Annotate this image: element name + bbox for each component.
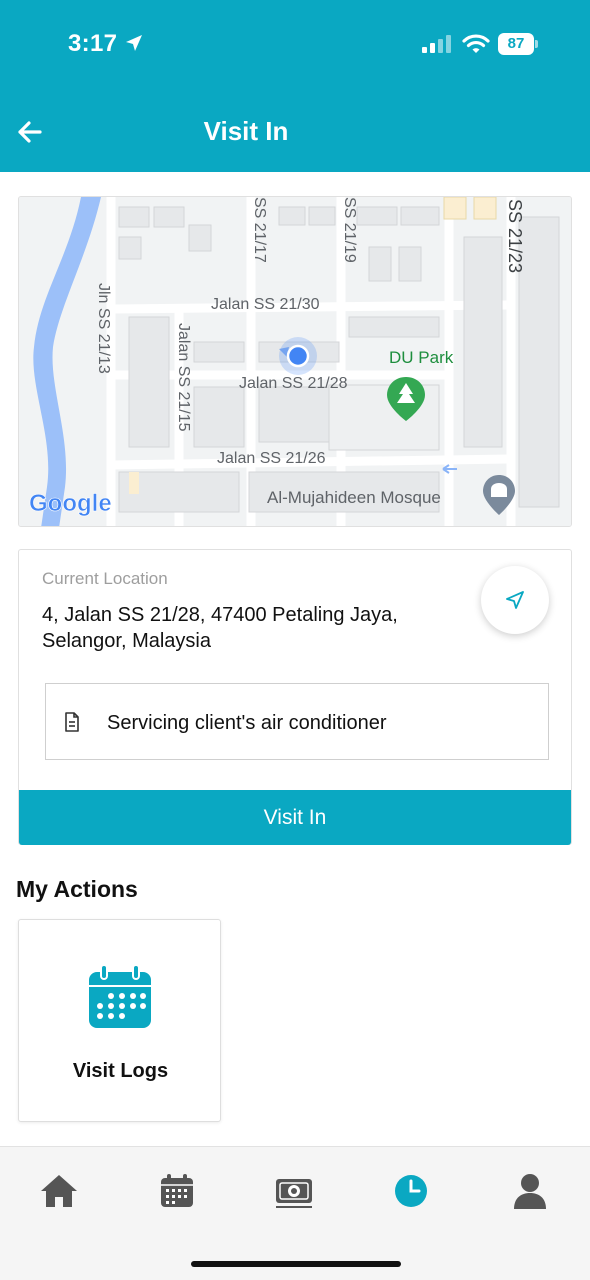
map-label-du-park: DU Park <box>389 348 454 367</box>
map-label-ss21-17: SS 21/17 <box>251 197 268 263</box>
home-icon <box>41 1175 77 1207</box>
visit-note-field[interactable]: Servicing client's air conditioner <box>45 683 549 760</box>
map-label-ss21-19: SS 21/19 <box>341 197 358 263</box>
user-icon <box>514 1174 546 1209</box>
battery-level: 87 <box>498 33 534 55</box>
my-actions-heading: My Actions <box>16 876 138 902</box>
wifi-icon <box>462 34 490 53</box>
visit-in-button[interactable]: Visit In <box>19 790 571 845</box>
map-label-jalan-ss21-15: Jalan SS 21/15 <box>175 323 192 432</box>
clock-icon <box>395 1175 427 1207</box>
page-title: Visit In <box>203 116 289 146</box>
address-line-1: 4, Jalan SS 21/28, 47400 Petaling Jaya, <box>42 604 398 626</box>
current-location-address: 4, Jalan SS 21/28, 47400 Petaling Jaya, … <box>42 602 462 654</box>
map-view[interactable]: SS 21/17 SS 21/19 SS 21/23 Jln SS 21/13 … <box>18 196 572 527</box>
address-line-2: Selangor, Malaysia <box>42 630 211 652</box>
calendar-icon <box>89 964 151 1028</box>
map-label-jalan-ss21-28: Jalan SS 21/28 <box>239 375 348 392</box>
navigation-arrow-icon <box>506 591 524 609</box>
signal-icon <box>422 35 451 53</box>
battery-cap <box>535 40 538 48</box>
location-arrow-icon <box>126 35 142 51</box>
map-label-ss21-23: SS 21/23 <box>505 199 525 273</box>
map-label-jalan-ss21-26: Jalan SS 21/26 <box>217 450 326 467</box>
map-label-jln-ss21-13: Jln SS 21/13 <box>95 283 112 374</box>
tab-visits[interactable] <box>391 1171 431 1211</box>
map-label-jalan-ss21-30: Jalan SS 21/30 <box>211 296 320 313</box>
current-position-marker <box>279 337 317 375</box>
calendar-icon <box>161 1174 193 1207</box>
recenter-location-button[interactable] <box>481 566 549 634</box>
home-indicator <box>191 1261 401 1267</box>
battery-indicator: 87 <box>498 33 538 55</box>
document-icon <box>65 712 79 732</box>
status-bar: 3:17 87 <box>0 0 590 90</box>
visit-logs-label: Visit Logs <box>72 1060 169 1082</box>
tab-home[interactable] <box>39 1171 79 1211</box>
header-bar: 3:17 87 Visit In <box>0 0 590 172</box>
status-time: 3:17 <box>68 30 118 57</box>
tab-payments[interactable] <box>274 1171 314 1211</box>
money-icon <box>276 1179 312 1208</box>
visit-note-text: Servicing client's air conditioner <box>107 712 387 734</box>
google-logo: Google <box>29 490 112 517</box>
map-canvas: SS 21/17 SS 21/19 SS 21/23 Jln SS 21/13 … <box>19 197 571 526</box>
location-card: Current Location 4, Jalan SS 21/28, 4740… <box>18 549 572 845</box>
map-label-mosque: Al-Mujahideen Mosque <box>267 488 441 507</box>
tab-profile[interactable] <box>510 1171 550 1211</box>
current-location-label: Current Location <box>42 569 168 588</box>
tab-calendar[interactable] <box>157 1171 197 1211</box>
bottom-tab-bar <box>0 1146 590 1280</box>
visit-logs-card[interactable]: Visit Logs <box>18 919 221 1122</box>
